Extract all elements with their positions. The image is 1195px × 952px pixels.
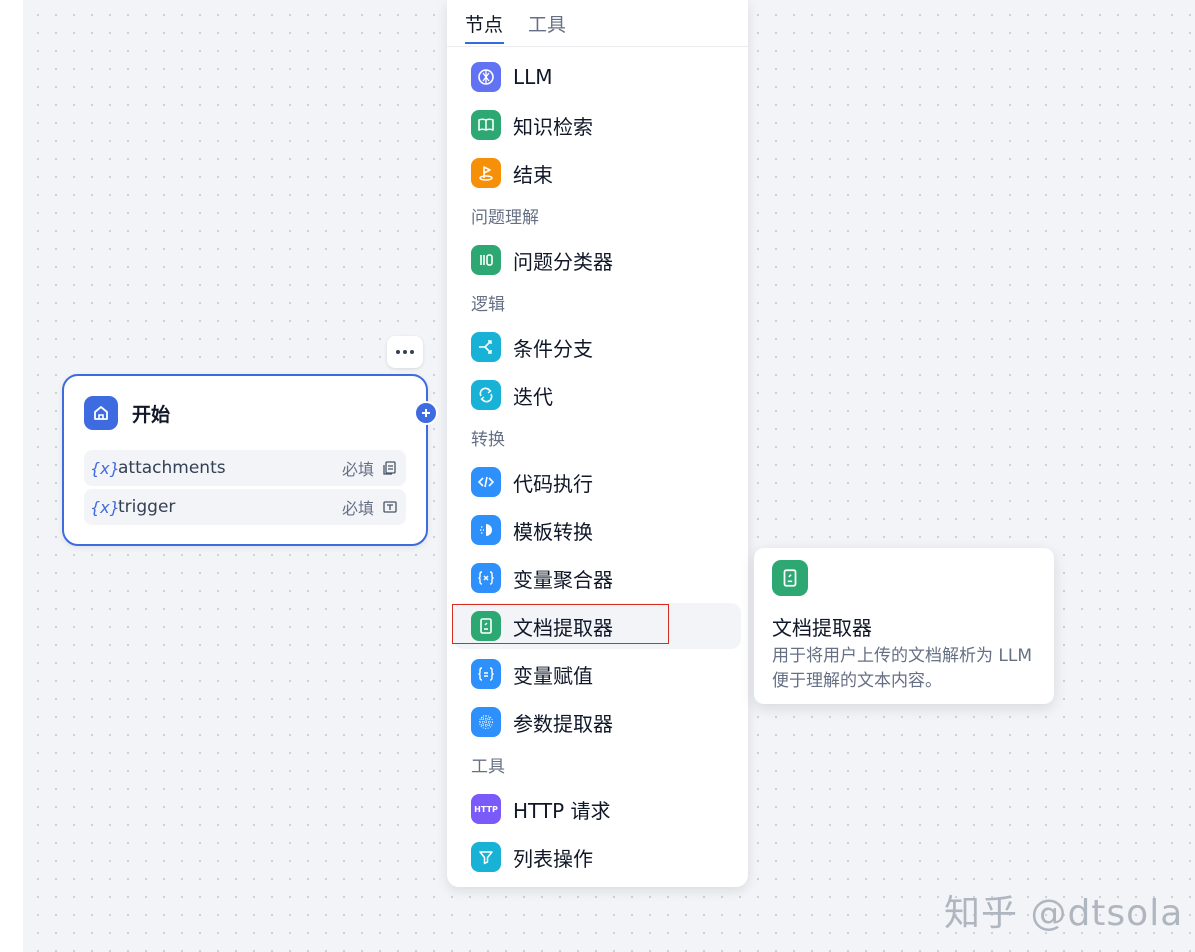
start-node-header: 开始	[84, 396, 170, 430]
node-tooltip: 文档提取器 用于将用户上传的文档解析为 LLM 便于理解的文本内容。	[754, 548, 1054, 704]
template-icon	[471, 515, 501, 545]
required-label: 必填	[341, 460, 374, 479]
variable-brace: {x}	[90, 497, 120, 517]
group-label-tools: 工具	[471, 757, 505, 777]
start-node-title: 开始	[132, 403, 171, 426]
menu-item-iteration[interactable]: 迭代	[453, 372, 741, 418]
menu-item-label: 代码执行	[513, 471, 593, 496]
highlight-box	[452, 604, 669, 644]
menu-item-if-else[interactable]: 条件分支	[453, 324, 741, 370]
group-label-transform: 转换	[471, 430, 505, 450]
code-icon	[471, 467, 501, 497]
menu-item-label: 迭代	[513, 384, 553, 409]
menu-item-variable-assigner[interactable]: 变量赋值	[453, 651, 741, 697]
start-node[interactable]: 开始 {x} attachments 必填 {x} trigger 必填	[62, 374, 428, 546]
group-label-question: 问题理解	[471, 208, 539, 228]
variable-row[interactable]: {x} trigger 必填	[84, 489, 406, 525]
menu-item-end[interactable]: 结束	[453, 150, 741, 196]
llm-icon	[471, 62, 501, 92]
menu-item-label: 参数提取器	[513, 711, 613, 736]
tooltip-description: 用于将用户上传的文档解析为 LLM 便于理解的文本内容。	[772, 646, 1033, 691]
tab-nodes[interactable]: 节点	[465, 10, 503, 37]
menu-item-label: 模板转换	[513, 519, 593, 544]
menu-item-question-classifier[interactable]: 问题分类器	[453, 237, 741, 283]
menu-item-label: 知识检索	[513, 114, 593, 139]
menu-item-code[interactable]: 代码执行	[453, 459, 741, 505]
tab-tools[interactable]: 工具	[528, 10, 566, 37]
home-icon	[84, 396, 118, 430]
menu-item-variable-aggregator[interactable]: 变量聚合器	[453, 555, 741, 601]
more-options-button[interactable]	[387, 336, 423, 368]
menu-item-label: 变量聚合器	[513, 567, 613, 592]
watermark: 知乎 @dtsola	[944, 893, 1184, 934]
classifier-icon	[471, 245, 501, 275]
menu-item-label: 列表操作	[513, 846, 593, 871]
menu-item-parameter-extractor[interactable]: 参数提取器	[453, 699, 741, 745]
menu-item-label: 结束	[513, 162, 553, 187]
variable-row[interactable]: {x} attachments 必填	[84, 450, 406, 486]
text-input-icon	[383, 501, 397, 513]
group-label-logic: 逻辑	[471, 295, 505, 315]
http-badge: HTTP	[474, 804, 498, 814]
required-label: 必填	[341, 499, 374, 518]
end-flag-icon	[471, 158, 501, 188]
menu-item-llm[interactable]: LLM	[453, 54, 741, 100]
menu-item-label: 问题分类器	[513, 249, 613, 274]
active-tab-indicator	[465, 42, 504, 44]
file-list-icon	[383, 461, 396, 475]
menu-item-list-operator[interactable]: 列表操作	[453, 834, 741, 880]
add-node-handle[interactable]	[414, 401, 438, 425]
book-icon	[471, 110, 501, 140]
variable-icon	[471, 563, 501, 593]
menu-item-label: HTTP 请求	[513, 798, 611, 823]
variable-name: attachments	[118, 458, 226, 478]
menu-item-template[interactable]: 模板转换	[453, 507, 741, 553]
assign-icon	[471, 659, 501, 689]
menu-item-label: LLM	[513, 65, 553, 89]
tab-bar: 节点 工具	[447, 0, 748, 47]
grid-icon	[471, 707, 501, 737]
loop-icon	[471, 380, 501, 410]
tooltip-title: 文档提取器	[772, 616, 872, 640]
menu-item-label: 条件分支	[513, 336, 593, 361]
document-icon	[772, 560, 808, 596]
menu-item-http-request[interactable]: HTTP HTTP 请求	[453, 786, 741, 832]
menu-item-label: 变量赋值	[513, 663, 593, 688]
node-selector-panel: 节点 工具 LLM 知识检索 结束 问题理解 问题分类器 逻辑 条件分支 迭代 …	[447, 0, 748, 887]
filter-icon	[471, 842, 501, 872]
branch-icon	[471, 332, 501, 362]
http-icon: HTTP	[471, 794, 501, 824]
variable-name: trigger	[118, 497, 176, 517]
menu-item-knowledge-retrieval[interactable]: 知识检索	[453, 102, 741, 148]
variable-brace: {x}	[90, 458, 120, 478]
